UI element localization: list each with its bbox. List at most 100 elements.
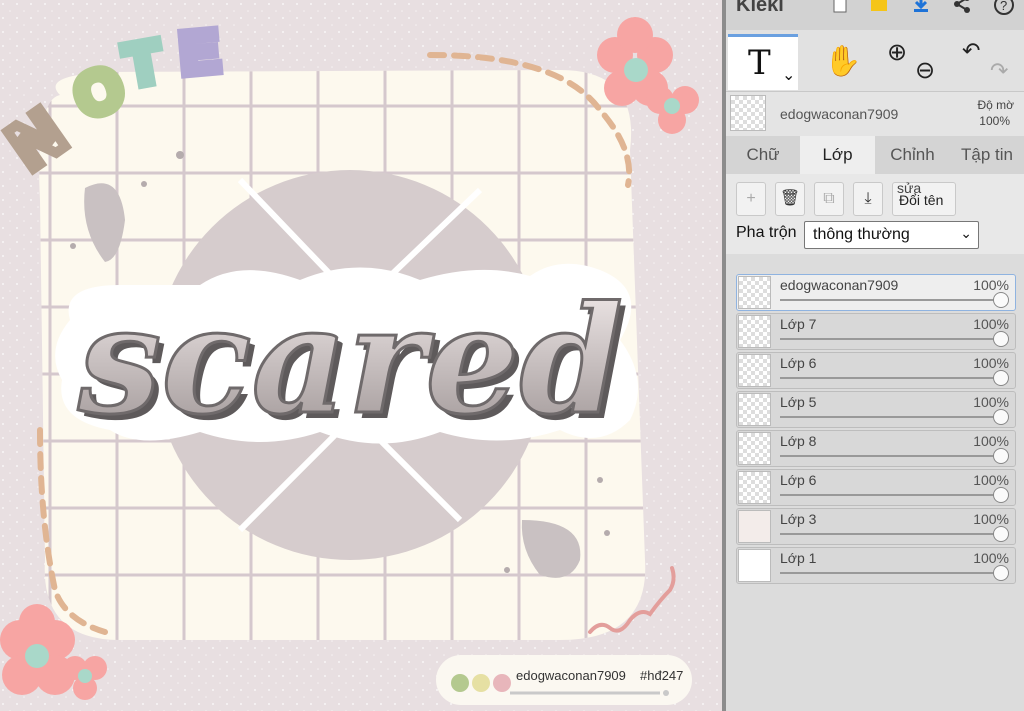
layer-name: Lớp 8	[780, 433, 817, 449]
current-layer-name: edogwaconan7909	[780, 106, 899, 122]
watermark-tag: #hđ247	[640, 668, 683, 683]
watermark-name: edogwaconan7909	[516, 668, 626, 683]
layer-thumbnail	[738, 432, 771, 465]
layer-item[interactable]: Lớp 8 100%	[736, 430, 1016, 467]
layer-name: Lớp 6	[780, 472, 817, 488]
zoom-out-icon[interactable]: ⊖	[915, 56, 935, 85]
side-panel: Kleki ? T ⌄ ✋ ⊕ ⊖ ↶ ↷ edogwaconan7909 Độ…	[726, 0, 1024, 711]
artwork: N O T E scared scared edogwaconan7909 #h…	[0, 0, 722, 711]
blend-mode-value: thông thường	[813, 226, 910, 243]
blend-row: Pha trộn thông thường ⌄	[726, 216, 1024, 254]
opacity-slider-handle[interactable]	[993, 565, 1009, 581]
layer-thumbnail	[738, 393, 771, 426]
layer-opacity: 100%	[973, 394, 1009, 410]
opacity-slider-track[interactable]	[780, 494, 1001, 496]
blend-label: Pha trộn	[736, 224, 797, 241]
merge-layer-button[interactable]: ⤓	[853, 182, 883, 216]
layer-thumbnail	[738, 549, 771, 582]
opacity-value: 100%	[979, 114, 1010, 128]
drawing-canvas[interactable]: N O T E scared scared edogwaconan7909 #h…	[0, 0, 722, 711]
opacity-slider-track[interactable]	[780, 377, 1001, 379]
opacity-slider-track[interactable]	[780, 416, 1001, 418]
opacity-slider-handle[interactable]	[993, 331, 1009, 347]
chevron-down-icon: ⌄	[960, 225, 972, 241]
opacity-slider-handle[interactable]	[993, 292, 1009, 308]
new-image-icon[interactable]	[828, 0, 852, 18]
tab-bar: Chữ Lớp Chỉnh Tập tin	[726, 136, 1024, 174]
layer-thumbnail	[738, 471, 771, 504]
trash-icon: 🗑	[779, 190, 801, 207]
current-layer-info: edogwaconan7909 Độ mờ 100%	[726, 92, 1024, 136]
duplicate-icon: ⧉	[823, 190, 835, 207]
app-logo: Kleki	[736, 0, 784, 16]
text-tool-icon: T	[748, 43, 771, 83]
layer-opacity: 100%	[973, 472, 1009, 488]
layer-list: edogwaconan7909 100% Lớp 7 100% Lớp 6 10…	[736, 274, 1016, 586]
opacity-slider-handle[interactable]	[993, 448, 1009, 464]
layer-button-row: + 🗑 ⧉ ⤓ sửa Đổi tên	[726, 174, 1024, 216]
current-layer-thumbnail	[730, 95, 766, 131]
layer-thumbnail	[738, 315, 771, 348]
layer-item[interactable]: Lớp 3 100%	[736, 508, 1016, 545]
opacity-slider-track[interactable]	[780, 533, 1001, 535]
text-tool-button[interactable]: T ⌄	[728, 34, 798, 90]
opacity-slider-track[interactable]	[780, 572, 1001, 574]
layer-opacity: 100%	[973, 550, 1009, 566]
layer-name: Lớp 5	[780, 394, 817, 410]
opacity-label: Độ mờ	[977, 98, 1014, 112]
undo-icon[interactable]: ↶	[962, 38, 980, 64]
layer-opacity: 100%	[973, 433, 1009, 449]
tab-text[interactable]: Chữ	[726, 136, 800, 174]
history-buttons: ↶ ↷	[954, 34, 1024, 90]
opacity-slider-track[interactable]	[780, 455, 1001, 457]
tab-file[interactable]: Tập tin	[950, 136, 1024, 174]
opacity-slider-track[interactable]	[780, 338, 1001, 340]
rename-label: Đổi tên	[899, 192, 944, 208]
layer-name: Lớp 7	[780, 316, 817, 332]
help-icon[interactable]: ?	[992, 0, 1016, 18]
merge-icon: ⤓	[864, 190, 872, 207]
share-icon[interactable]	[950, 0, 974, 18]
layer-thumbnail	[738, 510, 771, 543]
add-layer-button[interactable]: +	[736, 182, 766, 216]
opacity-slider-handle[interactable]	[993, 526, 1009, 542]
download-icon[interactable]	[909, 0, 933, 18]
layer-opacity: 100%	[973, 277, 1009, 293]
duplicate-layer-button[interactable]: ⧉	[814, 182, 844, 216]
chevron-down-icon[interactable]: ⌄	[782, 65, 795, 85]
layer-opacity: 100%	[973, 355, 1009, 371]
opacity-slider-track[interactable]	[780, 299, 1001, 301]
zoom-in-icon[interactable]: ⊕	[887, 38, 907, 67]
blend-mode-select[interactable]: thông thường ⌄	[804, 221, 979, 249]
main-word: scared	[77, 273, 623, 447]
tool-row: T ⌄ ✋ ⊕ ⊖ ↶ ↷	[726, 30, 1024, 92]
layer-name: edogwaconan7909	[780, 277, 899, 293]
tab-layers[interactable]: Lớp	[800, 136, 875, 174]
svg-text:?: ?	[1000, 0, 1007, 13]
rename-layer-button[interactable]: sửa Đổi tên	[892, 181, 956, 216]
layer-opacity: 100%	[973, 316, 1009, 332]
hand-tool-button[interactable]: ✋	[804, 34, 874, 90]
tab-adjust[interactable]: Chỉnh	[875, 136, 950, 174]
layer-thumbnail	[738, 354, 771, 387]
layer-thumbnail	[738, 276, 771, 309]
zoom-buttons: ⊕ ⊖	[879, 34, 949, 90]
hand-icon: ✋	[824, 45, 862, 78]
layer-item[interactable]: Lớp 6 100%	[736, 352, 1016, 389]
delete-layer-button[interactable]: 🗑	[775, 182, 805, 216]
layer-name: Lớp 1	[780, 550, 817, 566]
layer-item[interactable]: Lớp 7 100%	[736, 313, 1016, 350]
layer-opacity: 100%	[973, 511, 1009, 527]
open-folder-icon[interactable]	[867, 0, 891, 18]
layer-name: Lớp 6	[780, 355, 817, 371]
opacity-slider-handle[interactable]	[993, 409, 1009, 425]
top-bar: Kleki ?	[726, 0, 1024, 30]
layer-item[interactable]: Lớp 6 100%	[736, 469, 1016, 506]
layer-item[interactable]: Lớp 1 100%	[736, 547, 1016, 584]
layer-item[interactable]: Lớp 5 100%	[736, 391, 1016, 428]
layer-item[interactable]: edogwaconan7909 100%	[736, 274, 1016, 311]
opacity-slider-handle[interactable]	[993, 487, 1009, 503]
note-letter-e: E	[177, 18, 221, 86]
redo-icon[interactable]: ↷	[990, 58, 1008, 84]
opacity-slider-handle[interactable]	[993, 370, 1009, 386]
